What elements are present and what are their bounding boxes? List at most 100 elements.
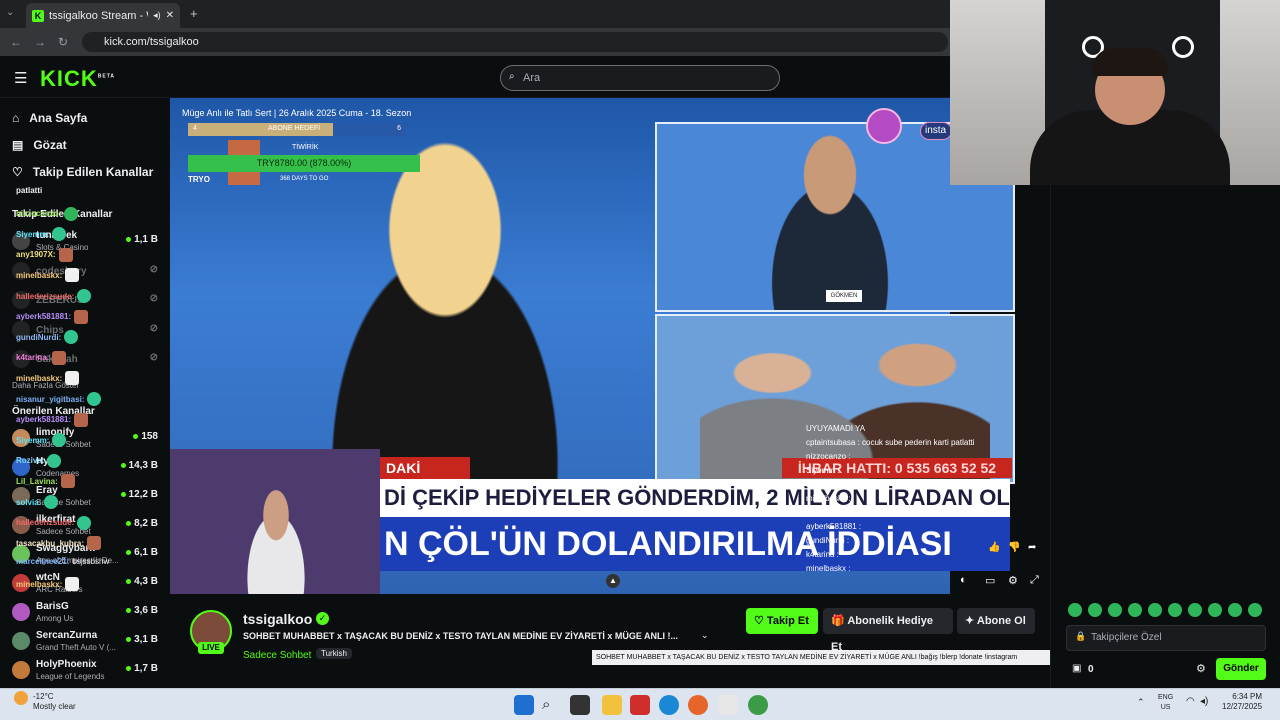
language-indicator[interactable]: ENG US bbox=[1158, 693, 1173, 713]
chat-username[interactable]: ayberk581881: bbox=[16, 415, 71, 424]
chat-username[interactable]: Roziva: bbox=[16, 456, 44, 465]
tray-chevron-icon[interactable]: ⌃ bbox=[1137, 697, 1145, 708]
subscribe-button[interactable]: ✦ Abone Ol bbox=[957, 608, 1035, 634]
chat-username[interactable]: solvia: bbox=[16, 498, 41, 507]
chat-input[interactable]: Takipçilere Özel bbox=[1066, 625, 1266, 651]
emote-icon[interactable] bbox=[1148, 603, 1162, 617]
channel-name[interactable]: tssigalkoo bbox=[243, 611, 312, 627]
kick-favicon-icon: K bbox=[32, 9, 44, 22]
search-input[interactable]: Ara bbox=[500, 65, 780, 91]
share-icon[interactable]: ➦ bbox=[1028, 542, 1036, 553]
red-app-icon[interactable] bbox=[630, 695, 650, 715]
toggle-icon[interactable]: ◐ bbox=[960, 574, 967, 586]
url-field[interactable]: kick.com/tssigalkoo bbox=[82, 32, 948, 52]
sidebar-nav-item[interactable]: ▤ Gözat bbox=[12, 138, 67, 152]
emote-icon[interactable] bbox=[1228, 603, 1242, 617]
chrome-icon[interactable] bbox=[748, 695, 768, 715]
language-tag[interactable]: Turkish bbox=[316, 648, 352, 659]
chat-message: patlatti bbox=[16, 186, 42, 195]
gift-sub-button[interactable]: 🎁 Abonelik Hediye Et bbox=[823, 608, 953, 653]
taskbar-search-icon[interactable]: ⌕ bbox=[542, 695, 562, 715]
emote-icon[interactable] bbox=[1108, 603, 1122, 617]
chat-username[interactable]: nisanur_yigitbasi: bbox=[16, 395, 84, 404]
browser-tab[interactable]: K tssigalkoo Stream - Watch ◂) ✕ bbox=[26, 3, 180, 28]
dislike-icon[interactable]: 👎 bbox=[1008, 542, 1020, 553]
back-icon[interactable]: ← bbox=[10, 35, 22, 49]
chat-username[interactable]: Siyemm: bbox=[16, 230, 49, 239]
task-view-icon[interactable] bbox=[570, 695, 590, 715]
start-icon[interactable] bbox=[514, 695, 534, 715]
emote-icon[interactable] bbox=[1068, 603, 1082, 617]
menu-icon[interactable]: ☰ bbox=[14, 69, 27, 87]
chat-username[interactable]: marcelinee21: bbox=[16, 557, 69, 566]
edge-icon[interactable] bbox=[659, 695, 679, 715]
firefox-icon[interactable] bbox=[688, 695, 708, 715]
overlay-chat-line: minelbaskx : bbox=[806, 564, 851, 573]
video-host-figure bbox=[270, 140, 620, 500]
emote-icon[interactable] bbox=[1128, 603, 1142, 617]
send-button[interactable]: Gönder bbox=[1216, 658, 1266, 680]
search-icon: ⌕ bbox=[509, 71, 515, 82]
facecam-figure bbox=[236, 489, 316, 594]
chat-username[interactable]: minelbaskx: bbox=[16, 580, 62, 589]
chat-username[interactable]: patlatti bbox=[16, 186, 42, 195]
chat-username[interactable]: gundiNurdi: bbox=[16, 333, 61, 342]
chat-username[interactable]: hallederizsude: bbox=[16, 292, 74, 301]
home-icon: ⌂ bbox=[12, 111, 20, 125]
points-icon[interactable]: ▣ bbox=[1072, 663, 1081, 674]
recommended-channel[interactable]: HolyPhoenix League of Legends 1,7 B bbox=[12, 659, 162, 687]
offline-icon: ⊘ bbox=[149, 352, 158, 363]
viewer-count: 14,3 B bbox=[121, 460, 158, 471]
sidebar-nav-item[interactable]: ⌂ Ana Sayfa bbox=[12, 111, 87, 125]
like-icon[interactable]: 👍 bbox=[988, 542, 1000, 553]
heart-icon: ♡ bbox=[754, 615, 767, 627]
chat-message: minelbaskx: bbox=[16, 577, 80, 592]
chat-username[interactable]: ayberk581881: bbox=[16, 312, 71, 321]
emote-icon[interactable] bbox=[1188, 603, 1202, 617]
stream-category[interactable]: Sadece Sohbet bbox=[243, 650, 311, 661]
kick-logo[interactable]: KICKBETA bbox=[40, 66, 115, 92]
clock[interactable]: 6:34 PM 12/27/2025 bbox=[1222, 692, 1262, 712]
emote-icon[interactable] bbox=[1088, 603, 1102, 617]
theater-icon[interactable]: ▭ bbox=[985, 574, 995, 587]
emote-icon[interactable] bbox=[1168, 603, 1182, 617]
emote-bar[interactable] bbox=[1068, 603, 1262, 617]
tab-list-icon[interactable]: ⌄ bbox=[6, 7, 14, 18]
weather-widget[interactable]: -12°C Mostly clear bbox=[33, 692, 76, 712]
emote-icon[interactable] bbox=[1248, 603, 1262, 617]
chat-username[interactable]: nizzocanzo: bbox=[16, 209, 61, 218]
chat-username[interactable]: hallederizsude: bbox=[16, 518, 74, 527]
wifi-icon[interactable]: ◠ bbox=[1186, 696, 1195, 707]
chat-username[interactable]: any1907X: bbox=[16, 250, 56, 259]
file-explorer-icon[interactable] bbox=[602, 695, 622, 715]
tab-audio-icon[interactable]: ◂) bbox=[153, 10, 161, 21]
notepad-icon[interactable] bbox=[718, 695, 738, 715]
chat-username[interactable]: minelbaskx: bbox=[16, 374, 62, 383]
chat-message: solvia: bbox=[16, 495, 59, 509]
reload-icon[interactable]: ↻ bbox=[58, 35, 68, 49]
viewer-count: 6,1 B bbox=[126, 547, 158, 558]
chat-username[interactable]: k4tarina: bbox=[16, 353, 49, 362]
volume-icon[interactable]: ◂) bbox=[1200, 696, 1208, 707]
chat-username[interactable]: Lil_Lavina: bbox=[16, 477, 58, 486]
recommended-channel[interactable]: BarisG Among Us 3,6 B bbox=[12, 601, 162, 629]
chat-username[interactable]: tasacakbu_kubra: bbox=[16, 539, 84, 548]
chat-username[interactable]: minelbaskx: bbox=[16, 271, 62, 280]
instagram-avatar bbox=[866, 108, 902, 144]
chevron-up-icon[interactable]: ▲ bbox=[606, 574, 620, 588]
chat-settings-icon[interactable]: ⚙ bbox=[1196, 662, 1206, 675]
emote-icon[interactable] bbox=[1208, 603, 1222, 617]
recommended-channel[interactable]: SercanZurna Grand Theft Auto V (... 3,1 B bbox=[12, 630, 162, 658]
fullscreen-icon[interactable]: ⤢ bbox=[1030, 574, 1039, 587]
settings-icon[interactable]: ⚙ bbox=[1008, 574, 1018, 587]
expand-title-icon[interactable]: ⌄ bbox=[701, 630, 709, 641]
follow-button[interactable]: ♡ Takip Et bbox=[746, 608, 818, 634]
sidebar-nav-item[interactable]: ♡ Takip Edilen Kanallar bbox=[12, 165, 153, 179]
forward-icon[interactable]: → bbox=[34, 35, 46, 49]
instagram-badge: insta bbox=[920, 122, 952, 140]
tab-close-icon[interactable]: ✕ bbox=[166, 10, 174, 21]
live-badge: LIVE bbox=[198, 642, 224, 654]
chat-username[interactable]: Siyemm: bbox=[16, 436, 49, 445]
new-tab-icon[interactable]: + bbox=[190, 6, 198, 21]
overlay-chat-line: nizzocanzo : bbox=[806, 452, 851, 461]
